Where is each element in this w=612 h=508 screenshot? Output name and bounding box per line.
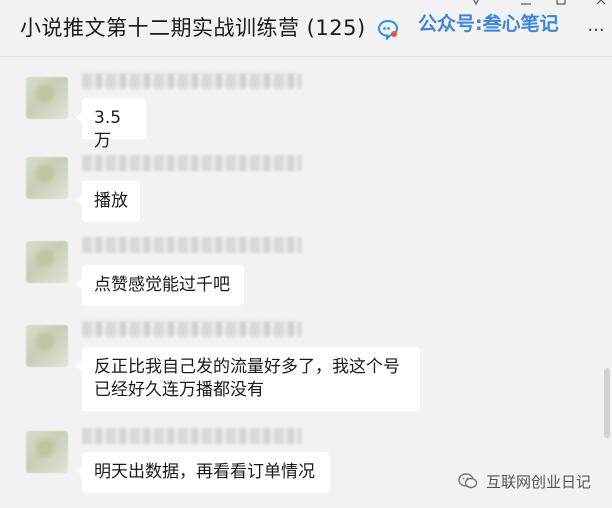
avatar[interactable] [26,77,68,119]
message-list[interactable]: blurred-name 3.5万 blurred-name 播放 blurre… [0,57,600,508]
sender-name: blurred-name [82,237,302,253]
sender-name: blurred-name [82,428,302,444]
message-bubble[interactable]: 明天出数据，再看看订单情况 [76,452,330,493]
maximize-icon[interactable] [519,0,533,8]
avatar[interactable] [26,431,68,473]
avatar[interactable] [26,325,68,367]
sender-name: blurred-name [82,155,302,171]
sender-name: blurred-name [82,73,302,89]
close-icon[interactable] [594,0,608,8]
message-bubble[interactable]: 点赞感觉能过千吧 [76,265,244,306]
message-bubble[interactable]: 播放 [76,181,140,222]
wechat-official-account-icon [458,473,478,489]
minimize-icon[interactable] [469,0,483,8]
chat-header: 小说推文第十二期实战训练营 (125) 公众号:叁心笔记 ··· [0,0,612,57]
chat-title[interactable]: 小说推文第十二期实战训练营 (125) [20,12,366,42]
scrollbar[interactable] [604,368,610,438]
avatar[interactable] [26,157,68,199]
message-bubble[interactable]: 反正比我自己发的流量好多了，我这个号 已经好久连万播都没有 [76,347,420,411]
avatar[interactable] [26,241,68,283]
official-account-watermark: 公众号:叁心笔记 [418,13,559,35]
restore-icon[interactable] [554,0,568,8]
message-bubble[interactable]: 3.5万 [76,98,146,151]
more-icon[interactable]: ··· [584,22,608,40]
footer-watermark-text: 互联网创业日记 [486,473,592,491]
chat-bubble-icon[interactable] [376,18,400,40]
sender-name: blurred-name [82,321,302,337]
